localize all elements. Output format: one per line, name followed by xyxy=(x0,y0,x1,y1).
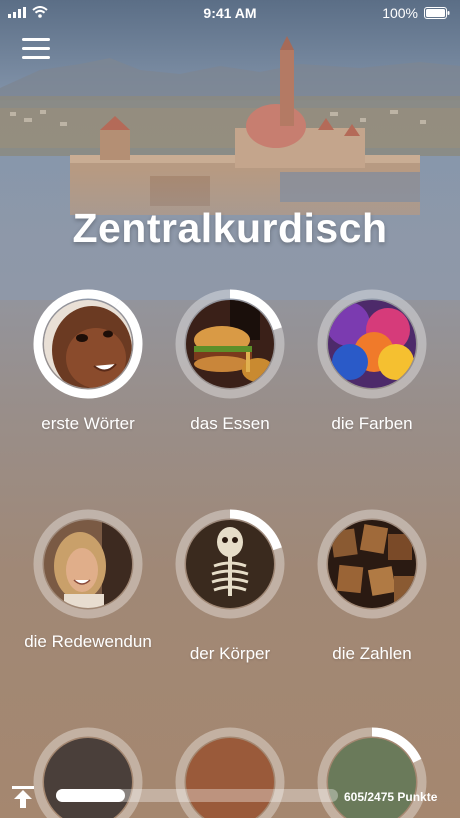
progress-ring xyxy=(33,289,143,399)
category-label: die Redewendun xyxy=(24,632,152,651)
category-label: der Körper xyxy=(189,644,271,663)
category-label: erste Wörter xyxy=(41,414,135,433)
category-grid: erste Wörter das Essen die Farben die Re… xyxy=(0,0,460,818)
bottom-bar: 605/2475 Punkte xyxy=(0,770,460,818)
category-die-zahlen[interactable]: die Zahlen xyxy=(302,509,442,666)
category-der-koerper[interactable]: der Körper xyxy=(160,509,300,666)
skeleton-photo xyxy=(186,520,274,608)
progress-ring xyxy=(317,509,427,619)
burger-fries-photo xyxy=(186,300,274,388)
progress-ring xyxy=(175,509,285,619)
points-progress-fill xyxy=(56,789,125,802)
category-label: die Zahlen xyxy=(332,644,412,663)
category-das-essen[interactable]: das Essen xyxy=(160,289,300,436)
baby-face-photo xyxy=(44,300,132,388)
category-label: das Essen xyxy=(190,414,270,433)
category-die-farben[interactable]: die Farben xyxy=(302,289,442,436)
progress-ring xyxy=(33,509,143,619)
app-screen: 9:41 AM 100% Zentralkurdisch erste Wörte… xyxy=(0,0,460,818)
number-blocks-photo xyxy=(328,520,416,608)
category-label: die Farben xyxy=(331,414,413,433)
color-powder-photo xyxy=(328,300,416,388)
category-die-redewendungen[interactable]: die Redewendun xyxy=(18,509,158,654)
progress-ring xyxy=(317,289,427,399)
points-progress-bar xyxy=(56,789,338,802)
upload-icon[interactable] xyxy=(10,784,36,810)
smiling-woman-photo xyxy=(44,520,132,608)
progress-ring xyxy=(175,289,285,399)
category-erste-woerter[interactable]: erste Wörter xyxy=(18,289,158,436)
points-text: 605/2475 Punkte xyxy=(344,790,438,804)
